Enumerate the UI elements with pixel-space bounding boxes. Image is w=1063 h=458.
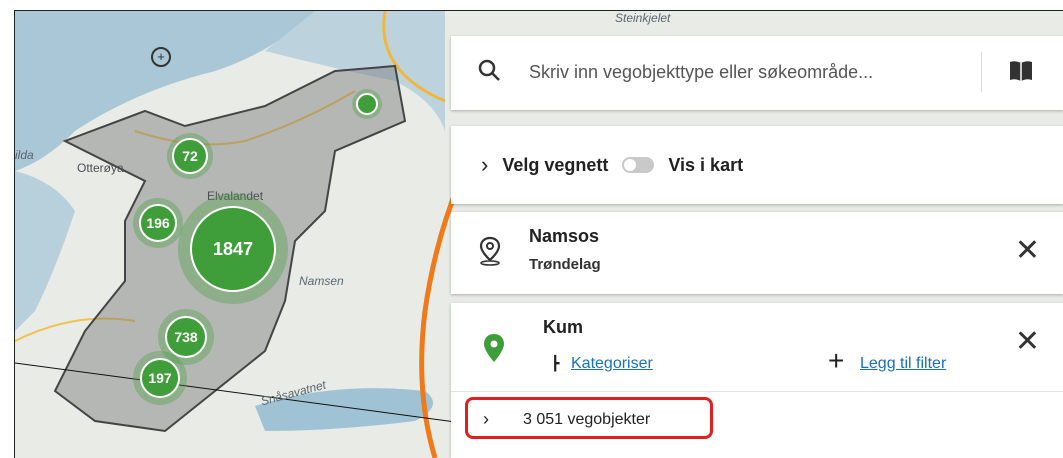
cluster-count: 738	[165, 316, 207, 358]
divider	[981, 52, 982, 92]
cluster-marker[interactable]: 197	[133, 351, 187, 405]
book-icon[interactable]	[1008, 60, 1034, 87]
toggle-label: Vis i kart	[668, 154, 744, 175]
search-icon[interactable]	[477, 58, 501, 87]
object-type-title: Kum	[543, 317, 583, 337]
plus-icon[interactable]: +	[828, 347, 844, 375]
search-panel: Skriv inn vegobjekttype eller søkeområde…	[451, 36, 1063, 110]
divider	[451, 391, 1063, 392]
add-filter-link[interactable]: Legg til filter	[860, 355, 946, 373]
cluster-marker[interactable]: 1847	[178, 194, 288, 304]
search-input[interactable]: Skriv inn vegobjekttype eller søkeområde…	[529, 62, 873, 83]
map-marker-icon	[483, 333, 505, 368]
cluster-count: 196	[139, 204, 177, 242]
cluster-count: 72	[172, 138, 208, 174]
map-label-namsen: Namsen	[299, 274, 344, 288]
categorize-link[interactable]: Kategoriser	[571, 355, 653, 373]
network-select-label[interactable]: Velg vegnett	[502, 155, 608, 176]
app-frame: Steinkjelet Otterøya Elvalandet Namsen S…	[14, 10, 1063, 458]
compass-icon[interactable]: +	[151, 47, 171, 67]
map-label-otteroya: Otterøya	[77, 161, 124, 175]
cluster-marker[interactable]: 196	[133, 198, 183, 248]
show-on-map-toggle[interactable]	[622, 157, 655, 173]
cluster-count	[356, 93, 378, 115]
location-pin-icon	[477, 236, 503, 271]
map-label-ilda: ilda	[15, 148, 34, 162]
cluster-count: 197	[140, 358, 180, 398]
highlight-box	[465, 397, 713, 439]
chevron-right-icon[interactable]: ›	[481, 152, 488, 178]
area-subtitle: Trøndelag	[529, 256, 601, 273]
close-icon[interactable]: ✕	[1015, 236, 1040, 266]
map-label-steinkjelet: Steinkjelet	[615, 11, 671, 25]
single-marker[interactable]	[352, 89, 382, 119]
network-panel: › Velg vegnett Vis i kart	[451, 126, 1063, 204]
category-icon: ┣	[551, 355, 560, 371]
area-title: Namsos	[529, 226, 600, 246]
close-icon[interactable]: ✕	[1015, 327, 1040, 357]
cluster-marker[interactable]: 72	[167, 133, 213, 179]
cluster-count: 1847	[190, 206, 276, 292]
area-filter-panel: Namsos Trøndelag ✕	[451, 212, 1063, 294]
